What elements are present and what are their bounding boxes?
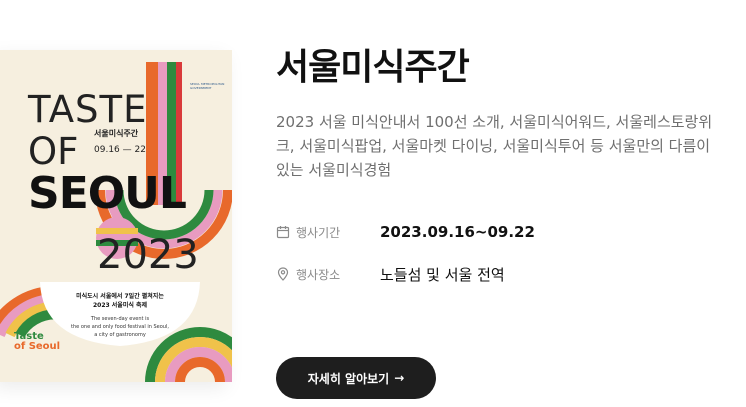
- poster-artwork: TASTE OF 서울미식주간 09.16 — 22 SEOUL 2023 미식…: [0, 50, 232, 382]
- poster-of: OF: [28, 130, 79, 173]
- period-label-group: 행사기간: [276, 224, 380, 241]
- poster-week-label: 서울미식주간: [94, 129, 139, 138]
- poster-year: 2023: [97, 232, 199, 278]
- period-label: 행사기간: [296, 225, 341, 240]
- poster-org-logo: SEOUL METROPOLITAN GOVERNMENT: [190, 82, 225, 90]
- poster-tagline-ko: 미식도시 서울에서 7일간 펼쳐지는 2023 서울미식 축제: [76, 293, 164, 309]
- poster-tagline-en: The seven-day event is the one and only …: [71, 316, 169, 338]
- event-description: 2023 서울 미식안내서 100선 소개, 서울미식어워드, 서울레스토랑위크…: [276, 113, 713, 179]
- arrow-right-icon: →: [394, 371, 405, 385]
- place-label: 행사장소: [296, 267, 341, 282]
- calendar-icon: [276, 226, 290, 239]
- poster-dates: 09.16 — 22: [94, 145, 146, 155]
- poster-taste: TASTE: [28, 88, 148, 131]
- poster-logo: Taste of Seoul: [14, 331, 61, 352]
- place-value: 노들섬 및 서울 전역: [380, 265, 505, 284]
- poster-seoul: SEOUL: [28, 168, 187, 219]
- page-title: 서울미식주간: [276, 47, 470, 88]
- learn-more-button[interactable]: 자세히 알아보기 →: [276, 357, 436, 399]
- event-poster[interactable]: TASTE OF 서울미식주간 09.16 — 22 SEOUL 2023 미식…: [0, 50, 232, 382]
- learn-more-label: 자세히 알아보기: [307, 371, 390, 386]
- period-value: 2023.09.16~09.22: [380, 223, 535, 241]
- event-place-row: 행사장소 노들섬 및 서울 전역: [276, 262, 505, 286]
- place-label-group: 행사장소: [276, 266, 380, 283]
- location-pin-icon: [277, 267, 289, 281]
- event-period-row: 행사기간 2023.09.16~09.22: [276, 220, 535, 244]
